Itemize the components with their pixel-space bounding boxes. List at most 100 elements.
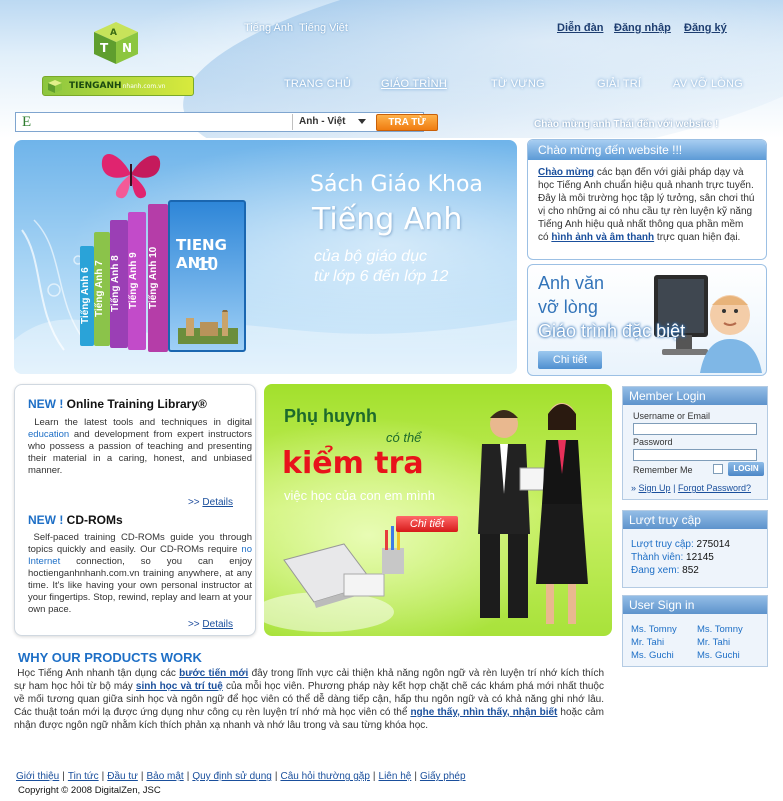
library-heading: NEW ! Online Training Library® xyxy=(28,397,207,411)
stat-value: 275014 xyxy=(696,539,730,550)
beginner-title-line1: Anh văn xyxy=(538,273,605,293)
parent-details-button[interactable]: Chi tiết xyxy=(396,516,458,532)
cdrom-details-text[interactable]: Details xyxy=(202,619,233,630)
svg-text:A: A xyxy=(110,28,117,38)
nav-curriculum[interactable]: GIÁO TRÌNH xyxy=(381,78,447,90)
visits-panel-title: Lượt truy cập xyxy=(623,511,767,529)
textbook-banner[interactable]: Tiếng Anh 6 Tiếng Anh 7 Tiếng Anh 8 Tiến… xyxy=(14,140,517,374)
svg-text:T: T xyxy=(100,41,109,55)
language-english[interactable]: Tiếng Anh xyxy=(244,22,293,34)
username-field[interactable] xyxy=(633,423,757,435)
user-item[interactable]: Ms. Tomny xyxy=(631,624,677,635)
logo-wordmark[interactable]: TIENGANH nhanh.com.vn xyxy=(42,76,194,96)
login-button[interactable]: LOGIN xyxy=(728,462,764,476)
dictionary-select[interactable]: Anh - Việt xyxy=(292,114,370,130)
footer-about-link[interactable]: Giới thiệu xyxy=(16,771,59,782)
forgot-password-link[interactable]: Forgot Password? xyxy=(678,483,751,493)
footer-license-link[interactable]: Giấy phép xyxy=(420,771,466,782)
password-field[interactable] xyxy=(633,449,757,461)
welcome-link[interactable]: Chào mừng xyxy=(538,167,594,178)
separator: | xyxy=(101,771,105,782)
why-text-1: Học Tiếng Anh nhanh tận dụng các xyxy=(17,668,180,679)
footer-invest-link[interactable]: Đầu tư xyxy=(107,771,138,782)
parent-monitoring-banner[interactable]: Phụ huynh có thể kiểm tra việc học của c… xyxy=(264,384,612,636)
welcome-panel-title: Chào mừng đến website !!! xyxy=(528,140,766,160)
remember-checkbox[interactable] xyxy=(713,464,723,474)
stat-total-visits: Lượt truy cập: 275014 xyxy=(631,539,730,550)
logo-cube-icon[interactable]: T N A xyxy=(90,18,142,66)
footer-nav: Giới thiệu | Tin tức | Đầu tư | Bảo mật | Quy đị… xyxy=(16,771,466,782)
parent-title-line4: việc học của con em mình xyxy=(284,488,436,503)
book-spine-8: Tiếng Anh 8 xyxy=(110,220,128,348)
cdrom-details-link[interactable]: >> Details xyxy=(188,619,233,630)
dictionary-select-value: Anh - Việt xyxy=(299,116,346,127)
parent-title-line2: có thể xyxy=(386,430,422,445)
login-link[interactable]: Đăng nhập xyxy=(614,22,671,34)
beginner-course-banner[interactable]: Anh văn vỡ lòng Giáo trình đặc biệt Chi … xyxy=(527,264,767,376)
beginner-title-line2: vỡ lòng xyxy=(538,297,598,317)
separator: | xyxy=(673,483,676,493)
language-vietnamese[interactable]: Tiếng Việt xyxy=(299,22,348,34)
user-item[interactable]: Ms. Guchi xyxy=(631,650,674,661)
user-item[interactable]: Ms. Guchi xyxy=(697,650,740,661)
new-badge-cdrom: NEW ! xyxy=(28,513,64,527)
nav-home[interactable]: TRANG CHỦ xyxy=(284,78,351,90)
cdrom-text-b: connection, so you can enjoy hoctienganh… xyxy=(28,556,252,615)
new-advances-link[interactable]: bước tiến mới xyxy=(179,668,248,679)
stat-members: Thành viên: 12145 xyxy=(631,552,714,563)
logo-text: TIENGANH xyxy=(69,81,122,91)
nav-entertainment[interactable]: GIẢI TRÍ xyxy=(597,78,641,90)
hero-title-line2: Tiếng Anh xyxy=(312,202,463,237)
login-links: » Sign Up | Forgot Password? xyxy=(631,483,751,493)
book-spine-10: Tiếng Anh 10 xyxy=(148,204,168,352)
copyright-text: Copyright © 2008 DigitalZen, JSC xyxy=(18,785,161,796)
lookup-button[interactable]: TRA TỪ xyxy=(376,114,438,131)
user-item[interactable]: Ms. Tomny xyxy=(697,624,743,635)
register-link[interactable]: Đăng ký xyxy=(684,22,727,34)
biology-intellect-link[interactable]: sinh học và trí tuệ xyxy=(136,681,223,692)
cdrom-text-a: Self-paced training CD-ROMs guide you th… xyxy=(28,532,253,555)
welcome-panel: Chào mừng đến website !!! Chào mừng các … xyxy=(527,139,767,260)
stat-label: Đang xem: xyxy=(631,565,680,576)
why-products-work-text: Học Tiếng Anh nhanh tận dụng các bước ti… xyxy=(14,667,604,732)
signup-link[interactable]: Sign Up xyxy=(639,483,671,493)
library-details-link[interactable]: >> Details xyxy=(188,497,233,508)
signin-panel-title: User Sign in xyxy=(623,596,767,614)
welcome-message: Chào mừng anh Thái đến với website ! xyxy=(534,119,719,130)
footer-faq-link[interactable]: Câu hỏi thường gặp xyxy=(280,771,369,782)
user-signin-panel: User Sign in Ms. Tomny Mr. Tahi Ms. Guch… xyxy=(622,595,768,667)
username-label: Username or Email xyxy=(633,411,711,421)
book-spine-9: Tiếng Anh 9 xyxy=(128,212,146,350)
dictionary-e-icon: E xyxy=(22,114,32,130)
nav-vocabulary[interactable]: TỪ VỰNG xyxy=(491,78,545,90)
separator: | xyxy=(62,771,65,782)
book-spine-7: Tiếng Anh 7 xyxy=(94,232,110,346)
search-input[interactable] xyxy=(38,114,286,130)
hero-subtitle-line2: từ lớp 6 đến lớp 12 xyxy=(314,268,449,285)
forum-link[interactable]: Diễn đàn xyxy=(557,22,603,34)
library-title: Online Training Library® xyxy=(66,397,207,411)
logo-mini-cube-icon xyxy=(48,80,62,93)
book-spine-6: Tiếng Anh 6 xyxy=(80,246,94,346)
user-item[interactable]: Mr. Tahi xyxy=(631,637,664,648)
footer-contact-link[interactable]: Liên hệ xyxy=(379,771,412,782)
user-item[interactable]: Mr. Tahi xyxy=(697,637,730,648)
nav-beginner-english[interactable]: AV VỠ LÒNG xyxy=(673,78,743,90)
new-badge: NEW ! xyxy=(28,397,64,411)
education-link[interactable]: education xyxy=(28,429,69,440)
why-products-work-title: WHY OUR PRODUCTS WORK xyxy=(18,650,202,665)
stat-label: Thành viên: xyxy=(631,552,684,563)
footer-terms-link[interactable]: Quy định sử dụng xyxy=(192,771,272,782)
hero-subtitle-line1: của bộ giáo dục xyxy=(314,248,427,265)
multimedia-link[interactable]: hình ảnh và âm thanh xyxy=(551,232,654,243)
beginner-details-button[interactable]: Chi tiết xyxy=(538,351,602,369)
footer-news-link[interactable]: Tin tức xyxy=(68,771,99,782)
details-arrow-cdrom: >> xyxy=(187,619,200,630)
remember-label: Remember Me xyxy=(633,465,693,475)
hear-see-recognize-link[interactable]: nghe thấy, nhìn thấy, nhận biết xyxy=(410,707,557,718)
footer-privacy-link[interactable]: Bảo mật xyxy=(146,771,183,782)
castle-icon xyxy=(178,310,238,344)
library-details-text[interactable]: Details xyxy=(202,497,233,508)
stat-label: Lượt truy cập: xyxy=(631,539,694,550)
dictionary-search: E Anh - Việt TRA TỪ xyxy=(15,112,438,132)
